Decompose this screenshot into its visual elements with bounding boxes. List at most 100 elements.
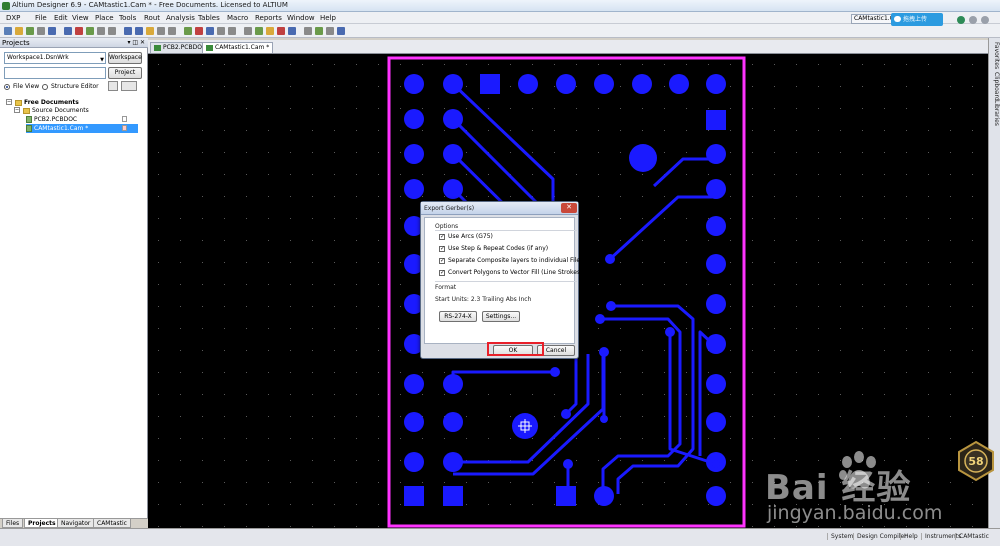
export-gerber-dialog: Export Gerber(s) ✕ Options Use Arcs (G75… bbox=[420, 201, 583, 359]
tree-item-pcb[interactable]: PCB2.PCBDOC bbox=[26, 115, 129, 124]
structure-editor-radio[interactable] bbox=[42, 84, 48, 90]
project-combo[interactable] bbox=[4, 67, 106, 79]
snap-icon[interactable] bbox=[304, 27, 312, 35]
menu-place[interactable]: Place bbox=[95, 14, 114, 22]
checkbox[interactable] bbox=[439, 245, 445, 252]
drill-icon[interactable] bbox=[266, 27, 274, 35]
pan-icon[interactable] bbox=[97, 27, 105, 35]
refresh-icon[interactable] bbox=[108, 81, 118, 91]
rs274x-button[interactable]: RS-274-X bbox=[439, 311, 477, 322]
doc-tab-cam[interactable]: CAMtastic1.Cam * bbox=[202, 42, 274, 53]
menu-dxp[interactable]: DXP bbox=[6, 14, 20, 22]
cut-icon[interactable] bbox=[135, 27, 143, 35]
report-icon[interactable] bbox=[326, 27, 334, 35]
tab-projects[interactable]: Projects bbox=[24, 519, 60, 528]
pad bbox=[706, 74, 726, 94]
upload-button[interactable]: 拖拽上传 bbox=[891, 13, 943, 26]
zoom-fit-icon[interactable] bbox=[75, 27, 83, 35]
panel-title: Projects bbox=[2, 39, 30, 47]
structure-editor-label: Structure Editor bbox=[51, 83, 99, 90]
project-button[interactable]: Project bbox=[108, 67, 142, 79]
redo-icon[interactable] bbox=[124, 27, 132, 35]
settings-button[interactable]: Settings... bbox=[482, 311, 520, 322]
open-icon[interactable] bbox=[15, 27, 23, 35]
via bbox=[599, 347, 609, 357]
document-status-icon bbox=[122, 116, 127, 122]
line-icon[interactable] bbox=[228, 27, 236, 35]
tab-files[interactable]: Files bbox=[2, 519, 24, 528]
checkbox[interactable] bbox=[439, 233, 445, 240]
main-toolbar bbox=[0, 24, 1000, 38]
tab-navigator[interactable]: Navigator bbox=[57, 519, 95, 528]
settings-icon[interactable] bbox=[337, 27, 345, 35]
checkbox[interactable] bbox=[439, 257, 445, 264]
menu-tools[interactable]: Tools bbox=[119, 14, 136, 22]
window-title: Altium Designer 6.9 - CAMtastic1.Cam * -… bbox=[12, 1, 288, 9]
nav-home-icon[interactable] bbox=[969, 16, 977, 24]
copy-icon[interactable] bbox=[146, 27, 154, 35]
menu-macro[interactable]: Macro bbox=[227, 14, 248, 22]
workspace-button[interactable]: Workspace bbox=[108, 52, 142, 64]
print-icon[interactable] bbox=[37, 27, 45, 35]
via bbox=[563, 459, 573, 469]
via bbox=[600, 415, 608, 423]
tab-camtastic[interactable]: CAMtastic bbox=[93, 519, 131, 528]
projects-panel: Projects ▾ ◫ ✕ Workspace1.DsnWrk ▼ Works… bbox=[0, 38, 148, 528]
panel-header-buttons[interactable]: ▾ ◫ ✕ bbox=[127, 38, 145, 48]
measure-icon[interactable] bbox=[206, 27, 214, 35]
clipboard-tab[interactable]: Clipboard bbox=[990, 72, 1000, 101]
menu-window[interactable]: Window bbox=[287, 14, 315, 22]
divider bbox=[435, 281, 577, 282]
close-icon[interactable]: ✕ bbox=[561, 203, 577, 213]
mounting-hole bbox=[629, 144, 657, 172]
flash-icon[interactable] bbox=[255, 27, 263, 35]
menu-help[interactable]: Help bbox=[320, 14, 336, 22]
select-icon[interactable] bbox=[168, 27, 176, 35]
libraries-tab[interactable]: Libraries bbox=[990, 100, 1000, 126]
dialog-title: Export Gerber(s) bbox=[421, 202, 578, 215]
new-icon[interactable] bbox=[4, 27, 12, 35]
zoom-out-icon[interactable] bbox=[64, 27, 72, 35]
nav-options-icon[interactable] bbox=[981, 16, 989, 24]
save-icon[interactable] bbox=[26, 27, 34, 35]
rect-icon[interactable] bbox=[244, 27, 252, 35]
dialog-body: Options Use Arcs (G75) Use Step & Repeat… bbox=[424, 217, 583, 344]
collapse-icon[interactable]: − bbox=[14, 107, 20, 113]
nav-forward-icon[interactable] bbox=[957, 16, 965, 24]
arc-icon[interactable] bbox=[217, 27, 225, 35]
pcb-doc-icon bbox=[26, 116, 32, 123]
pad bbox=[706, 144, 726, 164]
pad bbox=[404, 179, 424, 199]
pad bbox=[404, 109, 424, 129]
menu-reports[interactable]: Reports bbox=[255, 14, 282, 22]
panel-tabs: Files Projects Navigator CAMtastic bbox=[0, 518, 148, 528]
cam-doc-icon bbox=[26, 125, 32, 132]
options-dropdown-icon[interactable] bbox=[121, 81, 137, 91]
chevron-down-icon: ▼ bbox=[100, 57, 104, 63]
workspace-combo[interactable]: Workspace1.DsnWrk ▼ bbox=[4, 52, 106, 64]
menu-rout[interactable]: Rout bbox=[144, 14, 160, 22]
zoom-in-icon[interactable] bbox=[48, 27, 56, 35]
move-icon[interactable] bbox=[184, 27, 192, 35]
collapse-icon[interactable]: − bbox=[6, 99, 12, 105]
tree-item-cam[interactable]: CAMtastic1.Cam * bbox=[26, 124, 138, 133]
delete-icon[interactable] bbox=[195, 27, 203, 35]
file-view-radio[interactable] bbox=[4, 84, 10, 90]
menu-view[interactable]: View bbox=[72, 14, 89, 22]
start-units-text: Start Units: 2.3 Trailing Abs Inch bbox=[435, 296, 532, 303]
menu-edit[interactable]: Edit bbox=[54, 14, 68, 22]
favorites-tab[interactable]: Favorites bbox=[990, 42, 1000, 69]
menu-bar: DXP File Edit View Place Tools Rout Analysis Tab… bbox=[0, 12, 1000, 24]
undo-icon[interactable] bbox=[108, 27, 116, 35]
menu-analysis[interactable]: Analysis bbox=[166, 14, 195, 22]
tree-group-source[interactable]: − Source Documents bbox=[14, 106, 142, 115]
paste-icon[interactable] bbox=[157, 27, 165, 35]
query-icon[interactable] bbox=[315, 27, 323, 35]
grid-icon[interactable] bbox=[288, 27, 296, 35]
layer-icon[interactable] bbox=[277, 27, 285, 35]
menu-tables[interactable]: Tables bbox=[198, 14, 220, 22]
zoom-area-icon[interactable] bbox=[86, 27, 94, 35]
right-doc-tab[interactable]: CAMtastic1.C bbox=[851, 14, 895, 24]
menu-file[interactable]: File bbox=[35, 14, 47, 22]
checkbox[interactable] bbox=[439, 269, 445, 276]
